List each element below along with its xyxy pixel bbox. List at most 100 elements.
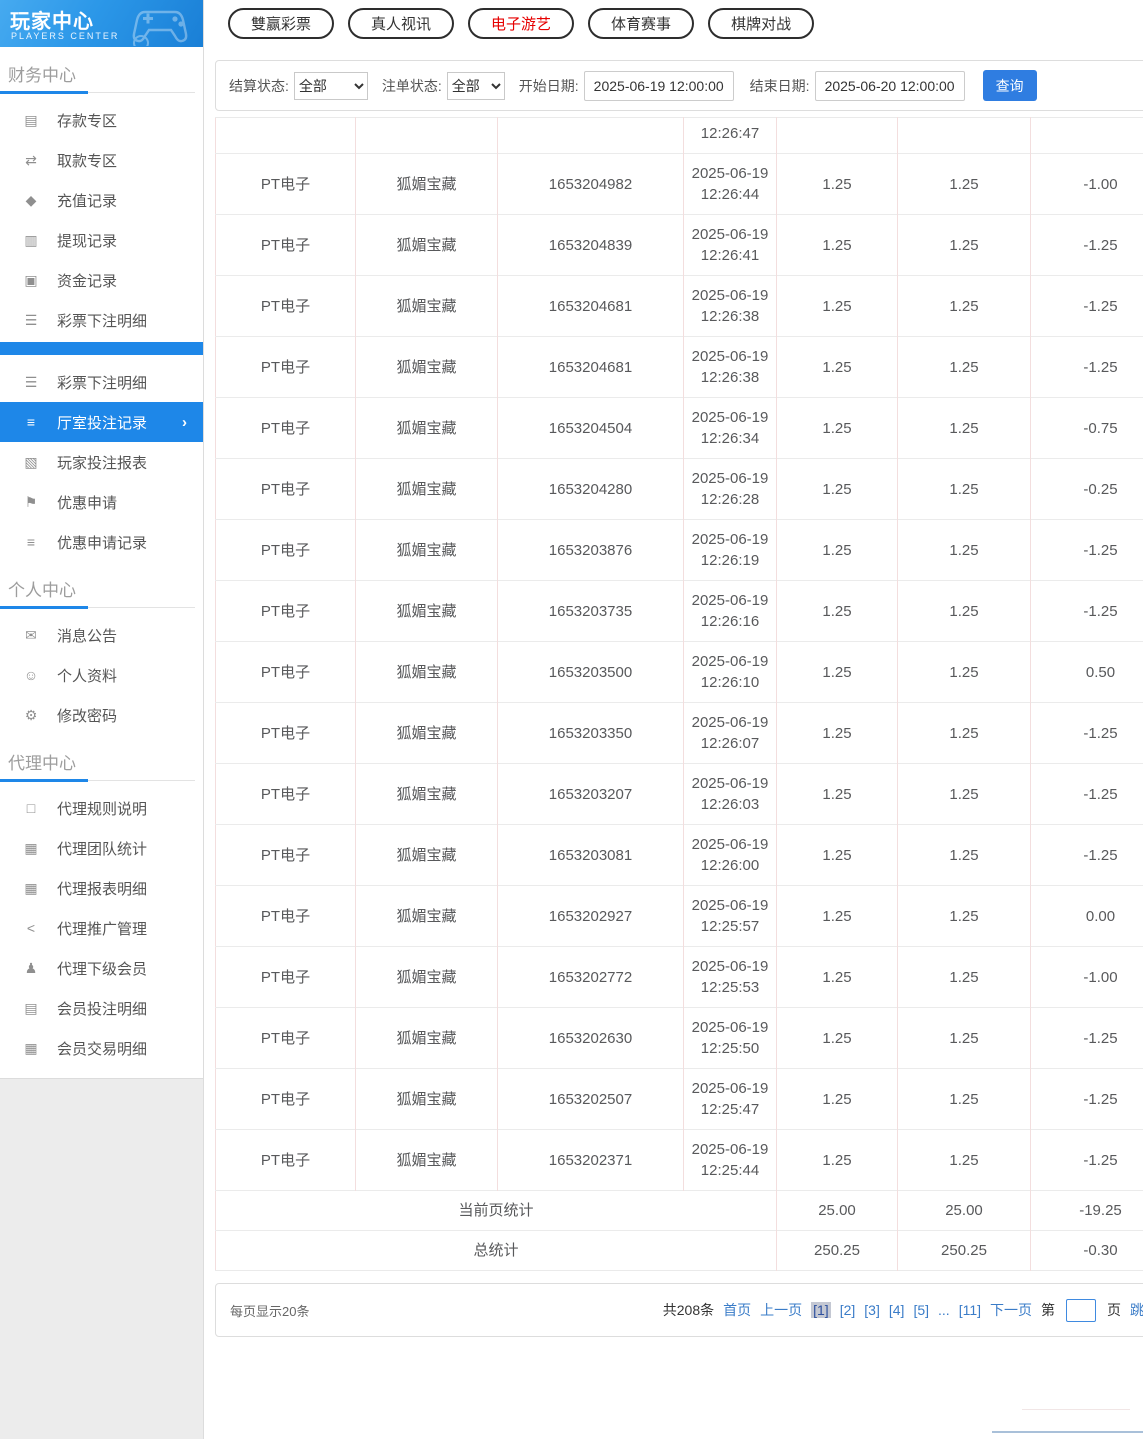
cell-bet-time: 2025-06-1912:26:38 <box>684 276 777 337</box>
page-4[interactable]: [4] <box>889 1302 905 1318</box>
page-ellipsis[interactable]: ... <box>938 1302 950 1318</box>
sidebar-item-lottery-bet-details[interactable]: ☰彩票下注明细 <box>0 300 203 340</box>
summary-valid-bet: 25.00 <box>898 1191 1031 1231</box>
cell-bet-time: 12:26:47 <box>684 118 777 154</box>
page-2[interactable]: [2] <box>840 1302 856 1318</box>
tab-雙赢彩票[interactable]: 雙赢彩票 <box>228 8 334 39</box>
chevron-right-icon: › <box>182 414 187 431</box>
cell-valid-bet: 1.25 <box>898 764 1031 825</box>
cell-game-type: PT电子 <box>216 947 356 1008</box>
page-3[interactable]: [3] <box>864 1302 880 1318</box>
sidebar-item-label: 玩家投注报表 <box>57 452 147 473</box>
summary-valid-bet: 250.25 <box>898 1231 1031 1271</box>
sidebar-item-lottery-bet-details-2[interactable]: ☰彩票下注明细 <box>0 362 203 402</box>
settle-status-select[interactable]: 全部 <box>294 72 368 100</box>
sidebar-item-promo-apply-records[interactable]: ≡优惠申请记录 <box>0 522 203 562</box>
cell-order-no: 1653204681 <box>498 276 684 337</box>
cell-win-loss: -1.25 <box>1031 581 1143 642</box>
cell-win-loss: -1.25 <box>1031 337 1143 398</box>
sidebar-item-promo-apply[interactable]: ⚑优惠申请 <box>0 482 203 522</box>
order-status-select[interactable]: 全部 <box>447 72 505 100</box>
people-icon: ♟ <box>22 960 40 977</box>
page-11[interactable]: [11] <box>959 1302 981 1318</box>
cell-bet-time: 2025-06-1912:26:34 <box>684 398 777 459</box>
table-row: PT电子狐媚宝藏16532033502025-06-1912:26:071.25… <box>216 703 1143 764</box>
table-row: PT电子狐媚宝藏16532027722025-06-1912:25:531.25… <box>216 947 1143 1008</box>
cell-bet-time: 2025-06-1912:26:16 <box>684 581 777 642</box>
cell-game-name: 狐媚宝藏 <box>356 1130 498 1191</box>
cell-valid-bet: 1.25 <box>898 215 1031 276</box>
sidebar-item-label: 会员交易明细 <box>57 1038 147 1059</box>
sidebar-item-recharge-records[interactable]: ◆充值记录 <box>0 180 203 220</box>
cell-game-name: 狐媚宝藏 <box>356 337 498 398</box>
sidebar-item-announcements[interactable]: ✉消息公告 <box>0 615 203 655</box>
tab-真人视讯[interactable]: 真人视讯 <box>348 8 454 39</box>
cell-game-name: 狐媚宝藏 <box>356 154 498 215</box>
page-5[interactable]: [5] <box>913 1302 929 1318</box>
end-date-label: 结束日期: <box>750 76 810 96</box>
sidebar-item-member-bet-details[interactable]: ▤会员投注明细 <box>0 988 203 1028</box>
tab-电子游艺[interactable]: 电子游艺 <box>468 8 574 39</box>
sidebar-item-agent-promotion[interactable]: <代理推广管理 <box>0 908 203 948</box>
sidebar-item-agent-team-stats[interactable]: ▦代理团队统计 <box>0 828 203 868</box>
search-button[interactable]: 查询 <box>983 70 1037 101</box>
tab-棋牌对战[interactable]: 棋牌对战 <box>708 8 814 39</box>
cell-game-name: 狐媚宝藏 <box>356 886 498 947</box>
sidebar-item-withdrawal-records[interactable]: ▥提现记录 <box>0 220 203 260</box>
sidebar-item-agent-report-details[interactable]: ▦代理报表明细 <box>0 868 203 908</box>
sidebar-item-label: 厅室投注记录 <box>57 412 147 433</box>
cell-bet-time: 2025-06-1912:26:28 <box>684 459 777 520</box>
cell-order-no: 1653203350 <box>498 703 684 764</box>
sidebar-item-change-password[interactable]: ⚙修改密码 <box>0 695 203 735</box>
cell-game-name: 狐媚宝藏 <box>356 1008 498 1069</box>
cell-order-no: 1653202927 <box>498 886 684 947</box>
cell-bet-time: 2025-06-1912:26:07 <box>684 703 777 764</box>
page-1[interactable]: [1] <box>811 1302 831 1318</box>
cell-valid-bet: 1.25 <box>898 581 1031 642</box>
prev-page[interactable]: 上一页 <box>760 1300 802 1320</box>
sidebar-item-hall-bet-records[interactable]: ≡厅室投注记录› <box>0 402 203 442</box>
cell-win-loss <box>1031 118 1143 154</box>
gamepad-icon <box>131 2 197 46</box>
cell-bet-amount: 1.25 <box>777 154 898 215</box>
table-row: PT电子狐媚宝藏16532025072025-06-1912:25:471.25… <box>216 1069 1143 1130</box>
table-row: PT电子狐媚宝藏16532023712025-06-1912:25:441.25… <box>216 1130 1143 1191</box>
summary-row: 总统计250.25250.25-0.30 <box>216 1231 1143 1271</box>
start-date-input[interactable] <box>584 71 734 101</box>
menu-highlight-strip <box>0 342 203 355</box>
next-page[interactable]: 下一页 <box>990 1300 1032 1320</box>
table-row: PT电子狐媚宝藏16532032072025-06-1912:26:031.25… <box>216 764 1143 825</box>
sidebar-item-agent-rules[interactable]: □代理规则说明 <box>0 788 203 828</box>
sidebar-item-player-bet-report[interactable]: ▧玩家投注报表 <box>0 442 203 482</box>
sidebar-item-deposit-zone[interactable]: ▤存款专区 <box>0 100 203 140</box>
sidebar-item-withdraw-zone[interactable]: ⇄取款专区 <box>0 140 203 180</box>
bottom-widget-faint-edge <box>1022 1409 1130 1410</box>
sidebar-item-label: 代理报表明细 <box>57 878 147 899</box>
cell-order-no: 1653202371 <box>498 1130 684 1191</box>
summary-bet-amount: 25.00 <box>777 1191 898 1231</box>
cell-valid-bet: 1.25 <box>898 1069 1031 1130</box>
sidebar-item-member-transaction-details[interactable]: ▦会员交易明细 <box>0 1028 203 1068</box>
table-row: PT电子狐媚宝藏16532038762025-06-1912:26:191.25… <box>216 520 1143 581</box>
cell-bet-amount: 1.25 <box>777 1130 898 1191</box>
cell-game-type: PT电子 <box>216 276 356 337</box>
per-page-label: 每页显示20条 <box>230 1301 309 1320</box>
tab-体育赛事[interactable]: 体育赛事 <box>588 8 694 39</box>
section-title: 个人中心 <box>8 581 76 600</box>
document-icon: □ <box>22 800 40 816</box>
sidebar-item-agent-sub-members[interactable]: ♟代理下级会员 <box>0 948 203 988</box>
cell-win-loss: -1.25 <box>1031 276 1143 337</box>
jump-page-input[interactable] <box>1066 1299 1096 1322</box>
sidebar-item-funds-records[interactable]: ▣资金记录 <box>0 260 203 300</box>
cell-game-type: PT电子 <box>216 886 356 947</box>
jump-button[interactable]: 跳转 <box>1130 1300 1143 1320</box>
sidebar-item-label: 优惠申请 <box>57 492 117 513</box>
cell-order-no: 1653204504 <box>498 398 684 459</box>
first-page[interactable]: 首页 <box>723 1300 751 1320</box>
table-row: PT电子狐媚宝藏16532035002025-06-1912:26:101.25… <box>216 642 1143 703</box>
sidebar-item-profile[interactable]: ☺个人资料 <box>0 655 203 695</box>
end-date-input[interactable] <box>815 71 965 101</box>
cell-game-name <box>356 118 498 154</box>
report-icon: ▦ <box>22 840 40 857</box>
cell-bet-amount <box>777 118 898 154</box>
